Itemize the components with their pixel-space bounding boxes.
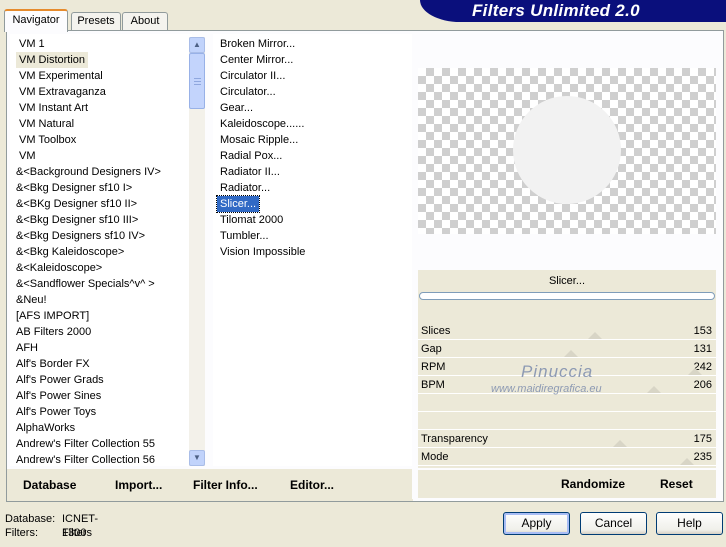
parameter-sliders: Slices 153 Gap 131 RPM 242 BPM 206 Transparency 1… (418, 322, 716, 468)
tab-navigator[interactable]: Navigator (4, 9, 68, 32)
filter-name-area: Slicer... (418, 270, 716, 322)
parameter-label: Transparency (421, 433, 488, 445)
category-item[interactable]: VM Natural (16, 116, 77, 132)
title-banner: Filters Unlimited 2.0 (420, 0, 726, 22)
parameter-value: 206 (693, 379, 712, 391)
import-button[interactable]: Import... (115, 477, 162, 493)
filter-item[interactable]: Tilomat 2000 (217, 212, 286, 228)
category-item[interactable]: &<BKg Designer sf10 II> (13, 196, 140, 212)
category-item[interactable]: &<Kaleidoscope> (13, 260, 105, 276)
category-item[interactable]: AFH (13, 340, 41, 356)
category-item[interactable]: &<Bkg Designer sf10 I> (13, 180, 135, 196)
filters-status-value: 1300 (62, 527, 87, 539)
slider-thumb[interactable] (680, 458, 694, 465)
filter-item[interactable]: Slicer... (215, 195, 261, 213)
parameter-slider[interactable]: Gap 131 (418, 340, 716, 358)
category-item[interactable]: &<Bkg Designer sf10 III> (13, 212, 141, 228)
parameter-slider[interactable]: Mode 235 (418, 448, 716, 466)
parameter-slider[interactable]: Slices 153 (418, 322, 716, 340)
parameter-value: 175 (693, 433, 712, 445)
filter-item[interactable]: Broken Mirror... (217, 36, 298, 52)
slider-thumb[interactable] (647, 386, 661, 393)
category-item[interactable]: Alf's Border FX (13, 356, 93, 372)
current-filter-name: Slicer... (548, 275, 586, 287)
category-item[interactable]: Andrew's Filter Collection 56 (13, 452, 158, 466)
category-item[interactable]: VM (16, 148, 39, 164)
tab-about[interactable]: About (122, 12, 168, 30)
preview-circle (513, 96, 621, 204)
category-item[interactable]: Alf's Power Sines (13, 388, 104, 404)
watermark-url: www.maidiregrafica.eu (491, 383, 602, 395)
editor-button[interactable]: Editor... (290, 477, 334, 493)
filter-list[interactable]: Broken Mirror... Center Mirror... Circulat… (213, 34, 413, 466)
filter-item[interactable]: Circulator II... (217, 68, 288, 84)
filter-item[interactable]: Radiator... (217, 180, 273, 196)
category-item[interactable]: VM Toolbox (16, 132, 79, 148)
scroll-down-button[interactable]: ▼ (189, 450, 205, 466)
filter-item[interactable]: Center Mirror... (217, 52, 296, 68)
category-item[interactable]: VM 1 (16, 36, 48, 52)
category-item[interactable]: VM Instant Art (16, 100, 91, 116)
slider-thumb[interactable] (613, 440, 627, 447)
tab-presets[interactable]: Presets (71, 12, 121, 30)
watermark-name: Pinuccia (521, 362, 594, 381)
parameter-slider (418, 412, 716, 430)
cancel-button[interactable]: Cancel (580, 512, 647, 535)
filter-item[interactable]: Kaleidoscope...... (217, 116, 307, 132)
parameter-label: Mode (421, 451, 449, 463)
slider-thumb[interactable] (588, 332, 602, 339)
parameter-value: 153 (693, 325, 712, 337)
preview-image (418, 68, 716, 234)
slider-thumb[interactable] (564, 350, 578, 357)
filters-status-label: Filters: (5, 527, 38, 539)
filter-item[interactable]: Gear... (217, 100, 256, 116)
reset-button[interactable]: Reset (660, 476, 693, 492)
filter-item[interactable]: Radiator II... (217, 164, 283, 180)
category-scrollbar[interactable]: ▲ ▼ (189, 37, 205, 466)
parameter-label: Slices (421, 325, 451, 337)
filter-item[interactable]: Mosaic Ripple... (217, 132, 301, 148)
category-item[interactable]: &Neu! (13, 292, 50, 308)
parameter-slider (418, 394, 716, 412)
parameter-value: 131 (693, 343, 712, 355)
category-list[interactable]: VM 1 VM Distortion VM Experimental VM Extra… (10, 34, 192, 466)
filter-info-button[interactable]: Filter Info... (193, 477, 258, 493)
status-info: Database: ICNET-Filters Filters: 1300 (5, 512, 98, 540)
slider-track (418, 465, 716, 466)
banner-title: Filters Unlimited 2.0 (472, 1, 640, 20)
category-item[interactable]: &<Bkg Designers sf10 IV> (13, 228, 148, 244)
category-item[interactable]: VM Experimental (16, 68, 106, 84)
category-item[interactable]: &<Background Designers IV> (13, 164, 164, 180)
category-item[interactable]: Alf's Power Toys (13, 404, 99, 420)
filter-item[interactable]: Tumbler... (217, 228, 272, 244)
category-item[interactable]: AlphaWorks (13, 420, 78, 436)
progress-bar (419, 292, 715, 300)
apply-button[interactable]: Apply (503, 512, 570, 535)
category-item[interactable]: Andrew's Filter Collection 55 (13, 436, 158, 452)
slider-thumb[interactable] (688, 368, 702, 375)
scroll-thumb[interactable] (189, 53, 205, 109)
category-item[interactable]: VM Extravaganza (16, 84, 109, 100)
list-button-bar: Database Import... Filter Info... Editor… (7, 469, 413, 501)
filter-item[interactable]: Vision Impossible (217, 244, 308, 260)
parameter-label: BPM (421, 379, 445, 391)
scroll-up-button[interactable]: ▲ (189, 37, 205, 53)
category-item[interactable]: [AFS IMPORT] (13, 308, 92, 324)
category-item[interactable]: &<Bkg Kaleidoscope> (13, 244, 127, 260)
category-item[interactable]: VM Distortion (16, 52, 89, 68)
parameter-label: Gap (421, 343, 442, 355)
category-item[interactable]: Alf's Power Grads (13, 372, 107, 388)
preview-button-bar: Randomize Reset (418, 470, 716, 498)
category-item[interactable]: AB Filters 2000 (13, 324, 94, 340)
parameter-slider[interactable]: Transparency 175 (418, 430, 716, 448)
database-status-label: Database: (5, 513, 56, 525)
parameter-value: 235 (693, 451, 712, 463)
filter-item[interactable]: Circulator... (217, 84, 279, 100)
randomize-button[interactable]: Randomize (561, 476, 625, 492)
database-button[interactable]: Database (23, 477, 76, 493)
parameter-label: RPM (421, 361, 446, 373)
category-item[interactable]: &<Sandflower Specials^v^ > (13, 276, 158, 292)
help-button[interactable]: Help (656, 512, 723, 535)
filter-item[interactable]: Radial Pox... (217, 148, 285, 164)
